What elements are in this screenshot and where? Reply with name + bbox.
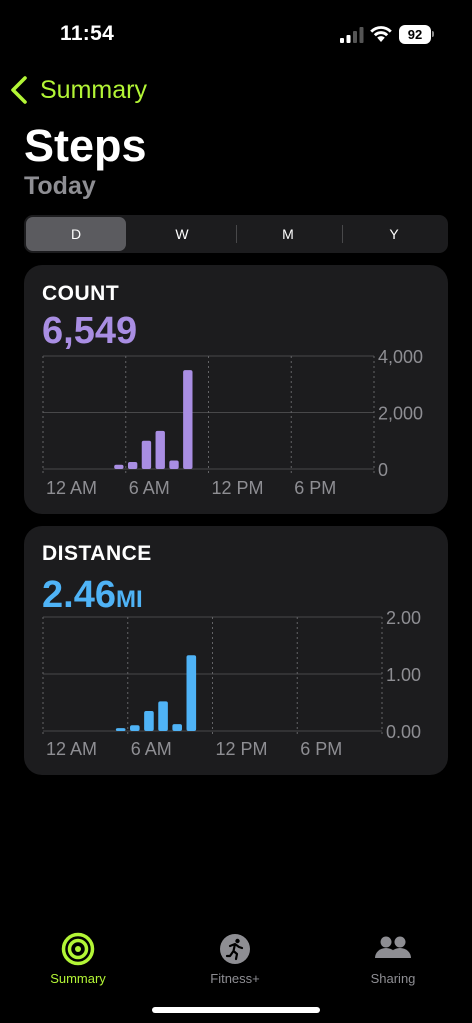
distance-y-tick-label: 2.00 — [386, 608, 421, 628]
back-button-label: Summary — [40, 75, 147, 104]
distance-bar — [130, 725, 140, 731]
distance-card[interactable]: DISTANCE 2.46MI 2.00 1.00 0.00 12 AM 6 AM 12 … — [24, 526, 448, 775]
tab-sharing-label: Sharing — [370, 971, 416, 986]
time-range-segmented-control: D W M Y — [24, 215, 448, 253]
battery-icon: 92 — [399, 25, 431, 44]
status-bar: 11:54 92 — [0, 0, 472, 70]
tab-fitness-plus-label: Fitness+ — [210, 971, 260, 986]
page-title: Steps — [24, 120, 147, 171]
back-button[interactable]: Summary — [8, 70, 147, 110]
wifi-icon — [370, 26, 392, 42]
count-x-tick-label: 12 PM — [212, 478, 264, 498]
activity-rings-icon — [61, 932, 95, 966]
count-y-tick-label: 0 — [378, 460, 388, 480]
distance-x-tick-label: 6 AM — [131, 739, 172, 759]
count-chart: 4,000 2,000 0 12 AM 6 AM 12 PM 6 PM — [42, 347, 423, 498]
home-indicator — [152, 1007, 320, 1013]
segment-year[interactable]: Y — [344, 217, 444, 251]
segment-week[interactable]: W — [132, 217, 232, 251]
distance-x-tick-label: 6 PM — [300, 739, 342, 759]
count-bar — [141, 440, 152, 469]
chevron-left-icon — [11, 76, 27, 104]
count-x-tick-label: 12 AM — [46, 478, 97, 498]
status-time: 11:54 — [60, 22, 115, 45]
tab-fitness-plus[interactable]: Fitness+ — [165, 920, 305, 986]
distance-y-tick-label: 1.00 — [386, 665, 421, 685]
count-y-tick-label: 2,000 — [378, 404, 423, 424]
count-bar — [183, 370, 193, 469]
distance-bar — [115, 728, 126, 731]
page-subtitle: Today — [24, 172, 96, 200]
tab-sharing[interactable]: Sharing — [323, 920, 463, 986]
distance-bar — [172, 724, 182, 731]
distance-x-tick-label: 12 PM — [216, 739, 268, 759]
count-bar — [114, 464, 124, 469]
count-x-tick-label: 6 PM — [294, 478, 336, 498]
count-bar — [155, 430, 165, 469]
tab-summary[interactable]: Summary — [8, 920, 148, 986]
people-icon — [375, 936, 411, 958]
distance-bar — [158, 701, 168, 731]
count-bar — [169, 460, 179, 469]
count-x-tick-label: 6 AM — [129, 478, 170, 498]
battery-nub — [432, 31, 434, 37]
cellular-signal-icon — [340, 27, 364, 43]
count-card[interactable]: COUNT 6,549 4,000 2,000 0 12 AM 6 AM 12 PM 6 P… — [24, 265, 448, 514]
segment-month[interactable]: M — [238, 217, 338, 251]
distance-chart: 2.00 1.00 0.00 12 AM 6 AM 12 PM 6 PM — [42, 608, 421, 759]
distance-y-tick-label: 0.00 — [386, 722, 421, 742]
segment-divider — [236, 225, 237, 243]
count-bar — [127, 461, 138, 469]
distance-x-tick-label: 12 AM — [46, 739, 97, 759]
segment-day[interactable]: D — [26, 217, 126, 251]
tab-summary-label: Summary — [50, 971, 106, 986]
tab-bar: Summary Fitness+ Sharing — [0, 920, 472, 990]
count-y-tick-label: 4,000 — [378, 347, 423, 367]
running-person-icon — [220, 934, 250, 964]
distance-bar — [144, 711, 154, 731]
distance-bar — [186, 655, 197, 731]
segment-divider — [342, 225, 343, 243]
